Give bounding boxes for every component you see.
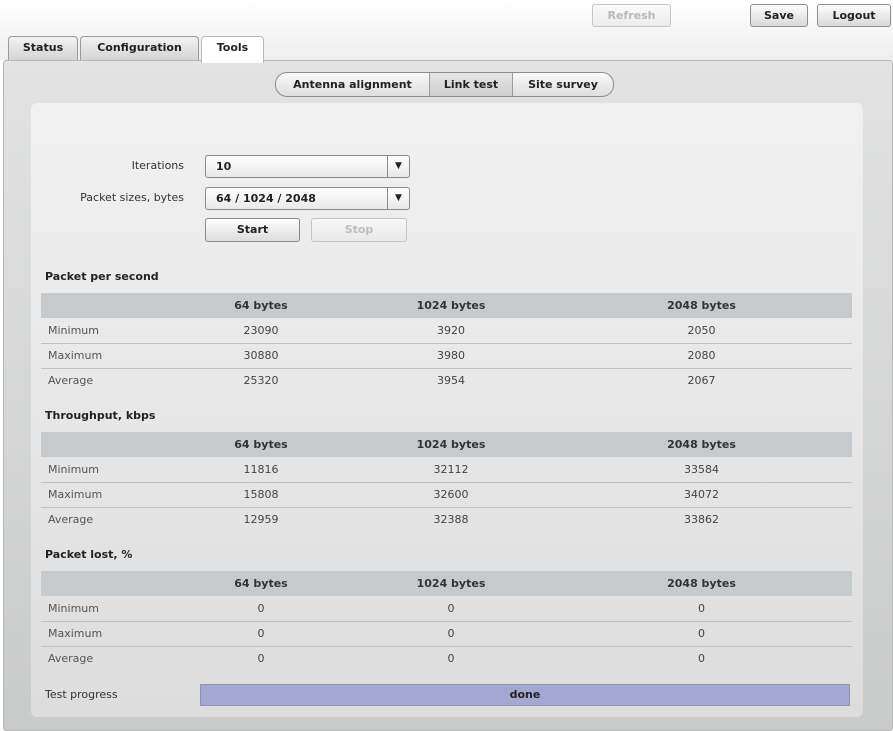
table-cell: 11816 (171, 457, 351, 483)
table-row: Maximum 15808 32600 34072 (41, 482, 852, 508)
progress-status-text: done (509, 688, 541, 701)
table-cell: 3920 (351, 318, 551, 344)
table-row: Maximum 30880 3980 2080 (41, 343, 852, 369)
subtab-link-test[interactable]: Link test (430, 73, 513, 96)
iterations-value: 10 (216, 160, 232, 173)
table-cell: 0 (351, 596, 551, 622)
table-header-cell: 64 bytes (171, 293, 351, 318)
table-cell: 12959 (243, 513, 279, 527)
table-cell: 0 (171, 621, 351, 647)
table-cell: 0 (351, 621, 551, 647)
table-row: Average 0 0 0 (41, 646, 852, 671)
tab-configuration[interactable]: Configuration (80, 36, 199, 60)
table-cell: 0 (551, 621, 852, 647)
refresh-button[interactable]: Refresh (592, 4, 671, 27)
table-cell: 2067 (687, 374, 716, 388)
packet-per-second-table: 64 bytes 1024 bytes 2048 bytes Minimum 2… (41, 293, 852, 393)
table-cell: 0 (171, 596, 351, 622)
table-cell: 32600 (351, 482, 551, 508)
logout-button[interactable]: Logout (817, 4, 891, 27)
packet-sizes-label: Packet sizes, bytes (80, 191, 184, 204)
table-header-cell: 1024 bytes (351, 293, 551, 318)
stop-button[interactable]: Stop (311, 218, 407, 242)
table-row: Maximum 0 0 0 (41, 621, 852, 647)
table-header-cell: 1024 bytes (351, 571, 551, 596)
table-header-cell (41, 432, 171, 457)
table-cell: 0 (551, 596, 852, 622)
packet-sizes-value: 64 / 1024 / 2048 (216, 192, 316, 205)
table-header-row: 64 bytes 1024 bytes 2048 bytes (41, 432, 852, 457)
row-label: Maximum (41, 482, 171, 508)
table-header-cell: 2048 bytes (551, 293, 852, 318)
section-title: Packet per second (45, 270, 159, 283)
table-header-cell (41, 293, 171, 318)
table-row: Minimum 11816 32112 33584 (41, 457, 852, 483)
table-row: Average 25320 3954 2067 (41, 368, 852, 393)
row-label: Maximum (41, 621, 171, 647)
table-cell: 3954 (437, 374, 465, 388)
row-label: Minimum (41, 457, 171, 483)
table-row: Average 12959 32388 33862 (41, 507, 852, 532)
table-cell: 0 (698, 652, 705, 666)
tab-status[interactable]: Status (8, 36, 78, 60)
table-cell: 2080 (551, 343, 852, 369)
iterations-select[interactable]: 10 ▼ (205, 155, 410, 178)
table-cell: 3980 (351, 343, 551, 369)
table-row: Minimum 23090 3920 2050 (41, 318, 852, 344)
packet-lost-table: 64 bytes 1024 bytes 2048 bytes Minimum 0… (41, 571, 852, 671)
throughput-table: 64 bytes 1024 bytes 2048 bytes Minimum 1… (41, 432, 852, 532)
table-header-row: 64 bytes 1024 bytes 2048 bytes (41, 571, 852, 596)
tab-tools[interactable]: Tools (201, 36, 264, 63)
test-progress-label: Test progress (45, 688, 118, 701)
table-cell: 0 (257, 652, 265, 666)
row-label: Average (48, 374, 94, 388)
subtab-group: Antenna alignment Link test Site survey (275, 72, 614, 97)
chevron-down-icon: ▼ (387, 156, 409, 177)
table-cell: 15808 (171, 482, 351, 508)
save-button[interactable]: Save (750, 4, 808, 27)
section-title: Packet lost, % (45, 548, 133, 561)
table-header-row: 64 bytes 1024 bytes 2048 bytes (41, 293, 852, 318)
packet-sizes-select[interactable]: 64 / 1024 / 2048 ▼ (205, 187, 410, 210)
table-cell: 25320 (243, 374, 279, 388)
table-header-cell: 64 bytes (171, 432, 351, 457)
start-button[interactable]: Start (205, 218, 300, 242)
row-label: Average (48, 513, 94, 527)
table-header-cell (41, 571, 171, 596)
table-cell: 33862 (684, 513, 719, 527)
table-header-cell: 64 bytes (171, 571, 351, 596)
table-header-cell: 2048 bytes (551, 432, 852, 457)
table-cell: 23090 (171, 318, 351, 344)
table-header-cell: 2048 bytes (551, 571, 852, 596)
table-cell: 33584 (551, 457, 852, 483)
test-progress-bar: done (200, 684, 850, 706)
table-cell: 32112 (351, 457, 551, 483)
row-label: Maximum (41, 343, 171, 369)
row-label: Minimum (41, 318, 171, 344)
table-cell: 30880 (171, 343, 351, 369)
chevron-down-icon: ▼ (387, 188, 409, 209)
iterations-label: Iterations (131, 159, 184, 172)
subtab-antenna-alignment[interactable]: Antenna alignment (276, 73, 430, 96)
table-cell: 2050 (551, 318, 852, 344)
table-row: Minimum 0 0 0 (41, 596, 852, 622)
table-cell: 34072 (551, 482, 852, 508)
row-label: Average (48, 652, 94, 666)
table-header-cell: 1024 bytes (351, 432, 551, 457)
section-title: Throughput, kbps (45, 409, 156, 422)
table-cell: 0 (447, 652, 455, 666)
row-label: Minimum (41, 596, 171, 622)
subtab-site-survey[interactable]: Site survey (513, 73, 613, 96)
table-cell: 32388 (433, 513, 469, 527)
